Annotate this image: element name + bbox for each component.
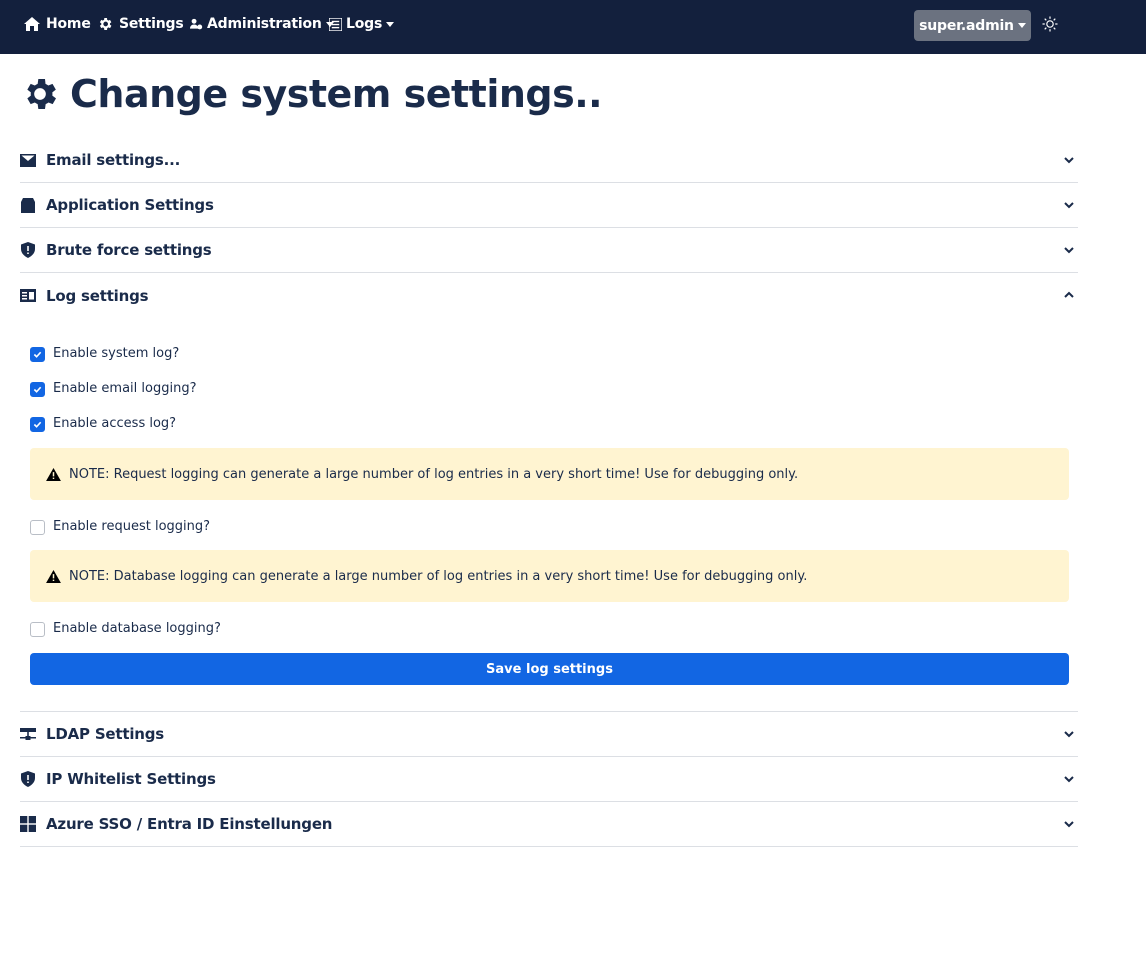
chevron-up-icon xyxy=(1062,288,1076,302)
chevron-down-icon xyxy=(1062,243,1076,257)
accordion-email-settings[interactable]: Email settings... xyxy=(20,138,1078,183)
nav-settings-label: Settings xyxy=(119,16,184,32)
top-navbar: Home Settings Administration Logs super.… xyxy=(0,0,1146,54)
nav-administration-label: Administration xyxy=(207,16,322,32)
system-log-checkbox[interactable] xyxy=(30,346,45,362)
database-logging-checkbox[interactable] xyxy=(30,621,45,637)
system-log-option: Enable system log? xyxy=(30,343,179,363)
gear-icon xyxy=(99,18,112,30)
network-icon xyxy=(20,727,36,740)
page-title: Change system settings.. xyxy=(20,70,603,118)
accordion-log-settings[interactable]: Log settings xyxy=(20,273,1078,318)
box-icon xyxy=(21,197,35,213)
nav-logs-label: Logs xyxy=(346,16,383,32)
nav-home-label: Home xyxy=(46,16,91,32)
caret-down-icon xyxy=(1017,23,1026,28)
database-logging-option: Enable database logging? xyxy=(30,618,221,638)
shield-icon xyxy=(21,242,35,258)
system-log-label: Enable system log? xyxy=(53,345,180,361)
request-logging-label: Enable request logging? xyxy=(53,518,211,534)
accordion-ldap-settings[interactable]: LDAP Settings xyxy=(20,712,1078,757)
request-logging-checkbox[interactable] xyxy=(30,519,45,535)
email-logging-option: Enable email logging? xyxy=(30,378,196,398)
database-logging-label: Enable database logging? xyxy=(53,620,221,636)
accordion-application-label: Application Settings xyxy=(46,196,214,214)
windows-icon xyxy=(20,816,36,832)
list-icon xyxy=(329,17,342,31)
home-icon xyxy=(24,17,40,31)
access-log-checkbox[interactable] xyxy=(30,416,45,432)
request-logging-warning: NOTE: Request logging can generate a lar… xyxy=(30,448,1069,500)
user-menu-label: super.admin xyxy=(919,17,1014,34)
chevron-down-icon xyxy=(1062,153,1076,167)
accordion-azure-label: Azure SSO / Entra ID Einstellungen xyxy=(46,815,333,833)
accordion-azure-sso-settings[interactable]: Azure SSO / Entra ID Einstellungen xyxy=(20,802,1078,847)
envelope-icon xyxy=(20,153,36,167)
accordion-ldap-label: LDAP Settings xyxy=(46,725,165,743)
gear-icon xyxy=(27,79,56,109)
nav-home[interactable]: Home xyxy=(24,0,91,48)
accordion-email-label: Email settings... xyxy=(46,151,181,169)
nav-administration-dropdown[interactable]: Administration xyxy=(190,0,334,48)
accordion-ip-whitelist-settings[interactable]: IP Whitelist Settings xyxy=(20,757,1078,802)
accordion-application-settings[interactable]: Application Settings xyxy=(20,183,1078,228)
warning-icon xyxy=(46,569,61,583)
access-log-label: Enable access log? xyxy=(53,415,177,431)
accordion-ip-whitelist-label: IP Whitelist Settings xyxy=(46,770,216,788)
nav-logs-dropdown[interactable]: Logs xyxy=(329,0,395,48)
user-menu-button[interactable]: super.admin xyxy=(914,10,1031,41)
email-logging-checkbox[interactable] xyxy=(30,381,45,397)
log-card-icon xyxy=(20,289,36,302)
chevron-down-icon xyxy=(1062,817,1076,831)
accordion-brute-force-settings[interactable]: Brute force settings xyxy=(20,228,1078,273)
chevron-down-icon xyxy=(1062,198,1076,212)
chevron-down-icon xyxy=(1062,727,1076,741)
save-log-settings-button[interactable]: Save log settings xyxy=(30,653,1069,685)
accordion-brute-force-label: Brute force settings xyxy=(46,241,212,259)
request-logging-warning-text: NOTE: Request logging can generate a lar… xyxy=(69,466,799,482)
request-logging-option: Enable request logging? xyxy=(30,516,210,536)
warning-icon xyxy=(46,467,61,481)
database-logging-warning: NOTE: Database logging can generate a la… xyxy=(30,550,1069,602)
page-title-text: Change system settings.. xyxy=(70,72,603,116)
access-log-option: Enable access log? xyxy=(30,413,176,433)
chevron-down-icon xyxy=(1062,772,1076,786)
caret-down-icon xyxy=(386,21,395,27)
accordion-log-label: Log settings xyxy=(46,286,149,305)
database-logging-warning-text: NOTE: Database logging can generate a la… xyxy=(69,568,808,584)
sun-icon xyxy=(1042,16,1058,32)
email-logging-label: Enable email logging? xyxy=(53,380,197,396)
theme-toggle[interactable] xyxy=(1042,16,1058,32)
nav-settings[interactable]: Settings xyxy=(97,0,184,48)
users-cog-icon xyxy=(190,18,203,29)
shield-icon xyxy=(21,771,35,787)
